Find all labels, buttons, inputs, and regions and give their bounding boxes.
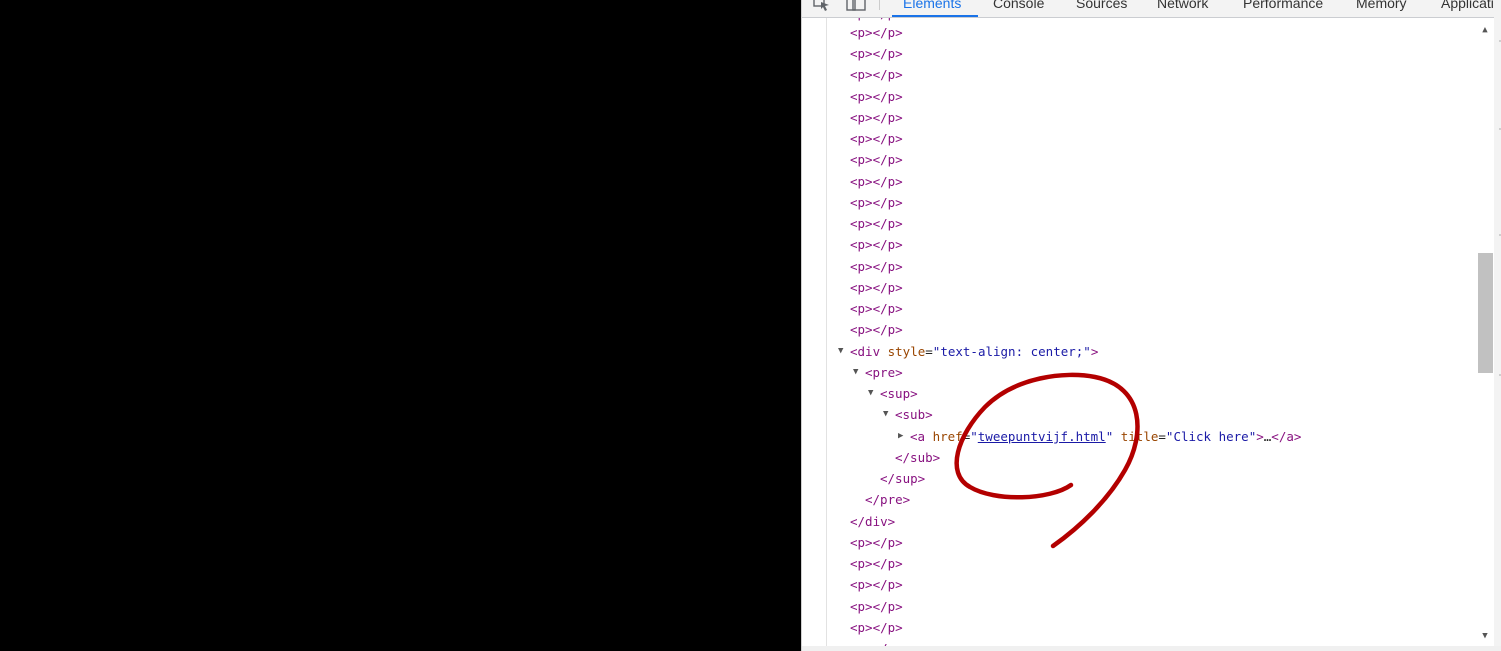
dom-node-p[interactable]: <p></p> (850, 171, 903, 192)
scrollbar-thumb[interactable] (1478, 253, 1493, 373)
active-tab-indicator (892, 15, 978, 17)
scroll-down-arrow-icon[interactable]: ▼ (1476, 628, 1494, 644)
dom-node-div-close[interactable]: </div> (850, 511, 895, 532)
dom-node-p[interactable]: <p></p> (850, 596, 903, 617)
vertical-scrollbar[interactable]: ▲ ▼ (1476, 18, 1494, 651)
page-viewport (0, 0, 801, 651)
tab-application[interactable]: Applicatio (1441, 0, 1501, 17)
tab-performance[interactable]: Performance (1243, 0, 1323, 17)
dom-node-p[interactable]: <p></p> (850, 553, 903, 574)
dom-node-sup[interactable]: <sup> (880, 383, 918, 404)
scroll-up-arrow-icon[interactable]: ▲ (1476, 22, 1494, 38)
dom-node-p[interactable]: <p></p> (850, 574, 903, 595)
href-link[interactable]: tweepuntvijf.html (978, 429, 1106, 444)
dom-node-p[interactable]: <p></p> (850, 192, 903, 213)
dom-node-sup-close[interactable]: </sup> (880, 468, 925, 489)
collapse-triangle-icon[interactable]: ▼ (868, 383, 873, 404)
panel-bottom-edge (802, 646, 1501, 651)
devtools-toolbar: Elements Console Sources Network Perform… (802, 0, 1501, 18)
dom-node-div[interactable]: <div style="text-align: center;"> (850, 341, 1098, 362)
collapse-triangle-icon[interactable]: ▼ (853, 362, 858, 383)
dom-node-p[interactable]: <p></p> (850, 43, 903, 64)
tab-network[interactable]: Network (1157, 0, 1208, 17)
dom-node-p[interactable]: <p></p> (850, 22, 903, 43)
panel-edge (1494, 0, 1501, 651)
dom-node-pre-close[interactable]: </pre> (865, 489, 910, 510)
dom-node-p[interactable]: <p></p> (850, 256, 903, 277)
dom-node-p[interactable]: <p></p> (850, 86, 903, 107)
dom-node-p[interactable]: <p></p> (850, 319, 903, 340)
dom-tree: <p></p> <p></p> <p></p> <p></p> <p></p> … (802, 18, 1476, 651)
indent-guide (826, 18, 827, 651)
tab-sources[interactable]: Sources (1076, 0, 1127, 17)
dom-node-p[interactable]: <p></p> (850, 277, 903, 298)
dom-node-sub[interactable]: <sub> (895, 404, 933, 425)
tab-console[interactable]: Console (993, 0, 1044, 17)
collapse-triangle-icon[interactable]: ▼ (838, 341, 843, 362)
dom-node-p[interactable]: <p></p> (850, 128, 903, 149)
dom-node-p[interactable]: <p></p> (850, 532, 903, 553)
dom-node-p[interactable]: <p></p> (850, 64, 903, 85)
dom-node-p[interactable]: <p></p> (850, 107, 903, 128)
dom-node-p[interactable]: <p></p> (850, 213, 903, 234)
collapse-triangle-icon[interactable]: ▼ (883, 404, 888, 425)
device-toolbar-icon[interactable] (846, 0, 868, 12)
dom-node-anchor[interactable]: <a href="tweepuntvijf.html" title="Click… (910, 426, 1301, 447)
dom-node-p[interactable]: <p></p> (850, 149, 903, 170)
expand-triangle-icon[interactable]: ▶ (898, 426, 903, 447)
tab-memory[interactable]: Memory (1356, 0, 1407, 17)
dom-node-p[interactable]: <p></p> (850, 234, 903, 255)
dom-node-sub-close[interactable]: </sub> (895, 447, 940, 468)
dom-node-p[interactable]: <p></p> (850, 298, 903, 319)
devtools-panel: Elements Console Sources Network Perform… (801, 0, 1501, 651)
toolbar-separator (879, 0, 880, 10)
dom-node-pre[interactable]: <pre> (865, 362, 903, 383)
dom-node-p[interactable]: <p></p> (850, 617, 903, 638)
inspect-element-icon[interactable] (812, 0, 832, 12)
